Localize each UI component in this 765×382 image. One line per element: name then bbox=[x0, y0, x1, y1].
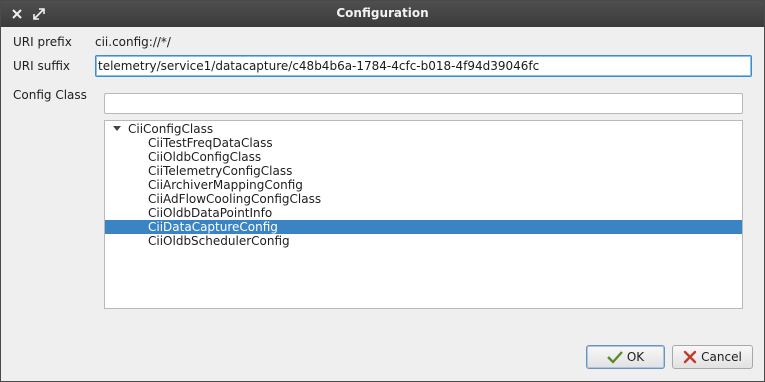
expand-arrow-icon[interactable] bbox=[113, 126, 121, 131]
window-title: Configuration bbox=[336, 6, 429, 20]
tree-item-label: CiiTestFreqDataClass bbox=[148, 136, 273, 150]
config-class-input[interactable] bbox=[104, 93, 743, 114]
tree-root[interactable]: CiiConfigClass bbox=[105, 122, 742, 136]
tree-item-label: CiiOldbDataPointInfo bbox=[148, 206, 273, 220]
tree-item-label: CiiArchiverMappingConfig bbox=[148, 178, 303, 192]
config-class-label: Config Class bbox=[13, 88, 87, 102]
cancel-button[interactable]: Cancel bbox=[672, 345, 753, 369]
tree-item-label: CiiDataCaptureConfig bbox=[148, 220, 278, 234]
tree-root-label: CiiConfigClass bbox=[128, 122, 214, 136]
tree-item-label: CiiOldbSchedulerConfig bbox=[148, 234, 290, 248]
cancel-icon bbox=[683, 350, 697, 364]
tree-item[interactable]: CiiTestFreqDataClass bbox=[105, 136, 742, 150]
uri-prefix-value: cii.config://*/ bbox=[95, 35, 171, 49]
tree-item[interactable]: CiiOldbConfigClass bbox=[105, 150, 742, 164]
config-class-tree[interactable]: CiiConfigClass CiiTestFreqDataClass CiiO… bbox=[104, 120, 743, 309]
ok-icon bbox=[606, 351, 623, 364]
tree-item-label: CiiOldbConfigClass bbox=[148, 150, 262, 164]
tree-item-label: CiiAdFlowCoolingConfigClass bbox=[148, 192, 322, 206]
tree-item[interactable]: CiiArchiverMappingConfig bbox=[105, 178, 742, 192]
tree-item-selected[interactable]: CiiDataCaptureConfig bbox=[105, 220, 742, 234]
title-bar[interactable]: Configuration bbox=[1, 1, 764, 27]
cancel-label: Cancel bbox=[701, 350, 742, 364]
tree-item[interactable]: CiiOldbSchedulerConfig bbox=[105, 234, 742, 248]
uri-prefix-label: URI prefix bbox=[13, 35, 72, 49]
tree-item-label: CiiTelemetryConfigClass bbox=[148, 164, 293, 178]
uri-suffix-input[interactable] bbox=[95, 55, 752, 77]
tree-item[interactable]: CiiTelemetryConfigClass bbox=[105, 164, 742, 178]
tree-item[interactable]: CiiOldbDataPointInfo bbox=[105, 206, 742, 220]
uri-suffix-label: URI suffix bbox=[13, 59, 71, 73]
ok-button[interactable]: OK bbox=[586, 345, 665, 369]
tree-item[interactable]: CiiAdFlowCoolingConfigClass bbox=[105, 192, 742, 206]
ok-label: OK bbox=[626, 350, 645, 364]
